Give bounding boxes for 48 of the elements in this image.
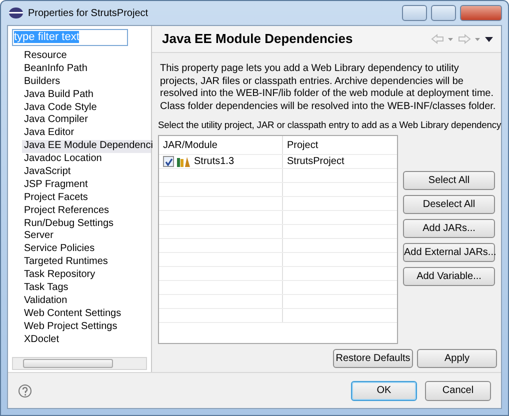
horizontal-scrollbar[interactable] (12, 357, 147, 370)
table-cell-text: StrutsProject (286, 155, 346, 168)
table-action-button[interactable]: Add JARs... (403, 219, 495, 238)
sidebar-item[interactable]: Web Content Settings (22, 308, 151, 321)
sidebar-item[interactable]: Validation (22, 294, 151, 308)
description-text: This property page lets you add a Web Library dependency to utility projects, JAR files or classpath entries. Archive dependencies will be resolved into the WEB-INF/lib folder of the web module at deployment time. Class folder dependencies will be resolved into the WEB-INF/classes folder. (160, 63, 497, 113)
sidebar-item[interactable]: Javadoc Location (22, 153, 151, 166)
table-action-button[interactable]: Add Variable... (403, 267, 495, 286)
sidebar-item[interactable]: Project References (22, 204, 151, 218)
apply-button[interactable]: Apply (417, 349, 497, 368)
ok-button[interactable]: OK (351, 380, 417, 400)
sidebar-item[interactable]: Targeted Runtimes (22, 256, 151, 270)
sidebar-item[interactable]: Java EE Module Dependenci (22, 140, 151, 154)
sidebar-item[interactable]: XDoclet (22, 334, 151, 346)
cancel-button[interactable]: Cancel (425, 380, 491, 400)
sidebar-item[interactable]: Server (22, 230, 151, 244)
sidebar-item[interactable]: Java Build Path (22, 88, 151, 102)
sidebar-item[interactable]: Java Editor (22, 127, 151, 140)
sidebar-item[interactable]: Task Repository (22, 269, 151, 282)
checkbox[interactable] (163, 156, 174, 168)
sidebar-item[interactable]: Builders (22, 76, 151, 89)
sidebar-item[interactable]: Run/Debug Settings (22, 218, 151, 230)
sidebar-item[interactable]: JavaScript (22, 166, 151, 179)
sidebar-item[interactable]: Project Facets (22, 192, 151, 205)
minimize-button[interactable] (402, 5, 427, 21)
restore-defaults-button[interactable]: Restore Defaults (333, 349, 413, 368)
app-icon (9, 7, 23, 19)
navigation-arrows-icon[interactable] (431, 34, 493, 44)
sidebar-item[interactable]: JSP Fragment (22, 178, 151, 192)
column-header: Project (286, 139, 320, 154)
table-action-button[interactable]: Select All (403, 171, 495, 190)
sidebar-item[interactable]: Java Code Style (22, 102, 151, 114)
sidebar-item[interactable]: Service Policies (22, 243, 151, 256)
table-action-button[interactable]: Deselect All (403, 195, 495, 214)
sidebar-item[interactable]: Web Project Settings (22, 320, 151, 334)
page-title: Java EE Module Dependencies (162, 30, 353, 48)
sidebar-item[interactable]: Java Compiler (22, 114, 151, 128)
table-action-button[interactable]: Add External JARs... (403, 243, 495, 262)
column-header: JAR/Module (159, 136, 283, 154)
table-cell: Struts1.3 (194, 154, 234, 169)
sidebar-item[interactable]: Task Tags (22, 282, 151, 295)
sidebar-item[interactable]: Resource (22, 50, 151, 63)
close-button[interactable] (460, 5, 502, 21)
library-icon (177, 156, 191, 168)
help-icon[interactable] (18, 384, 32, 398)
window-title: Properties for StrutsProject (28, 6, 148, 20)
sidebar-item[interactable]: BeanInfo Path (22, 62, 151, 76)
maximize-button[interactable] (431, 5, 456, 21)
